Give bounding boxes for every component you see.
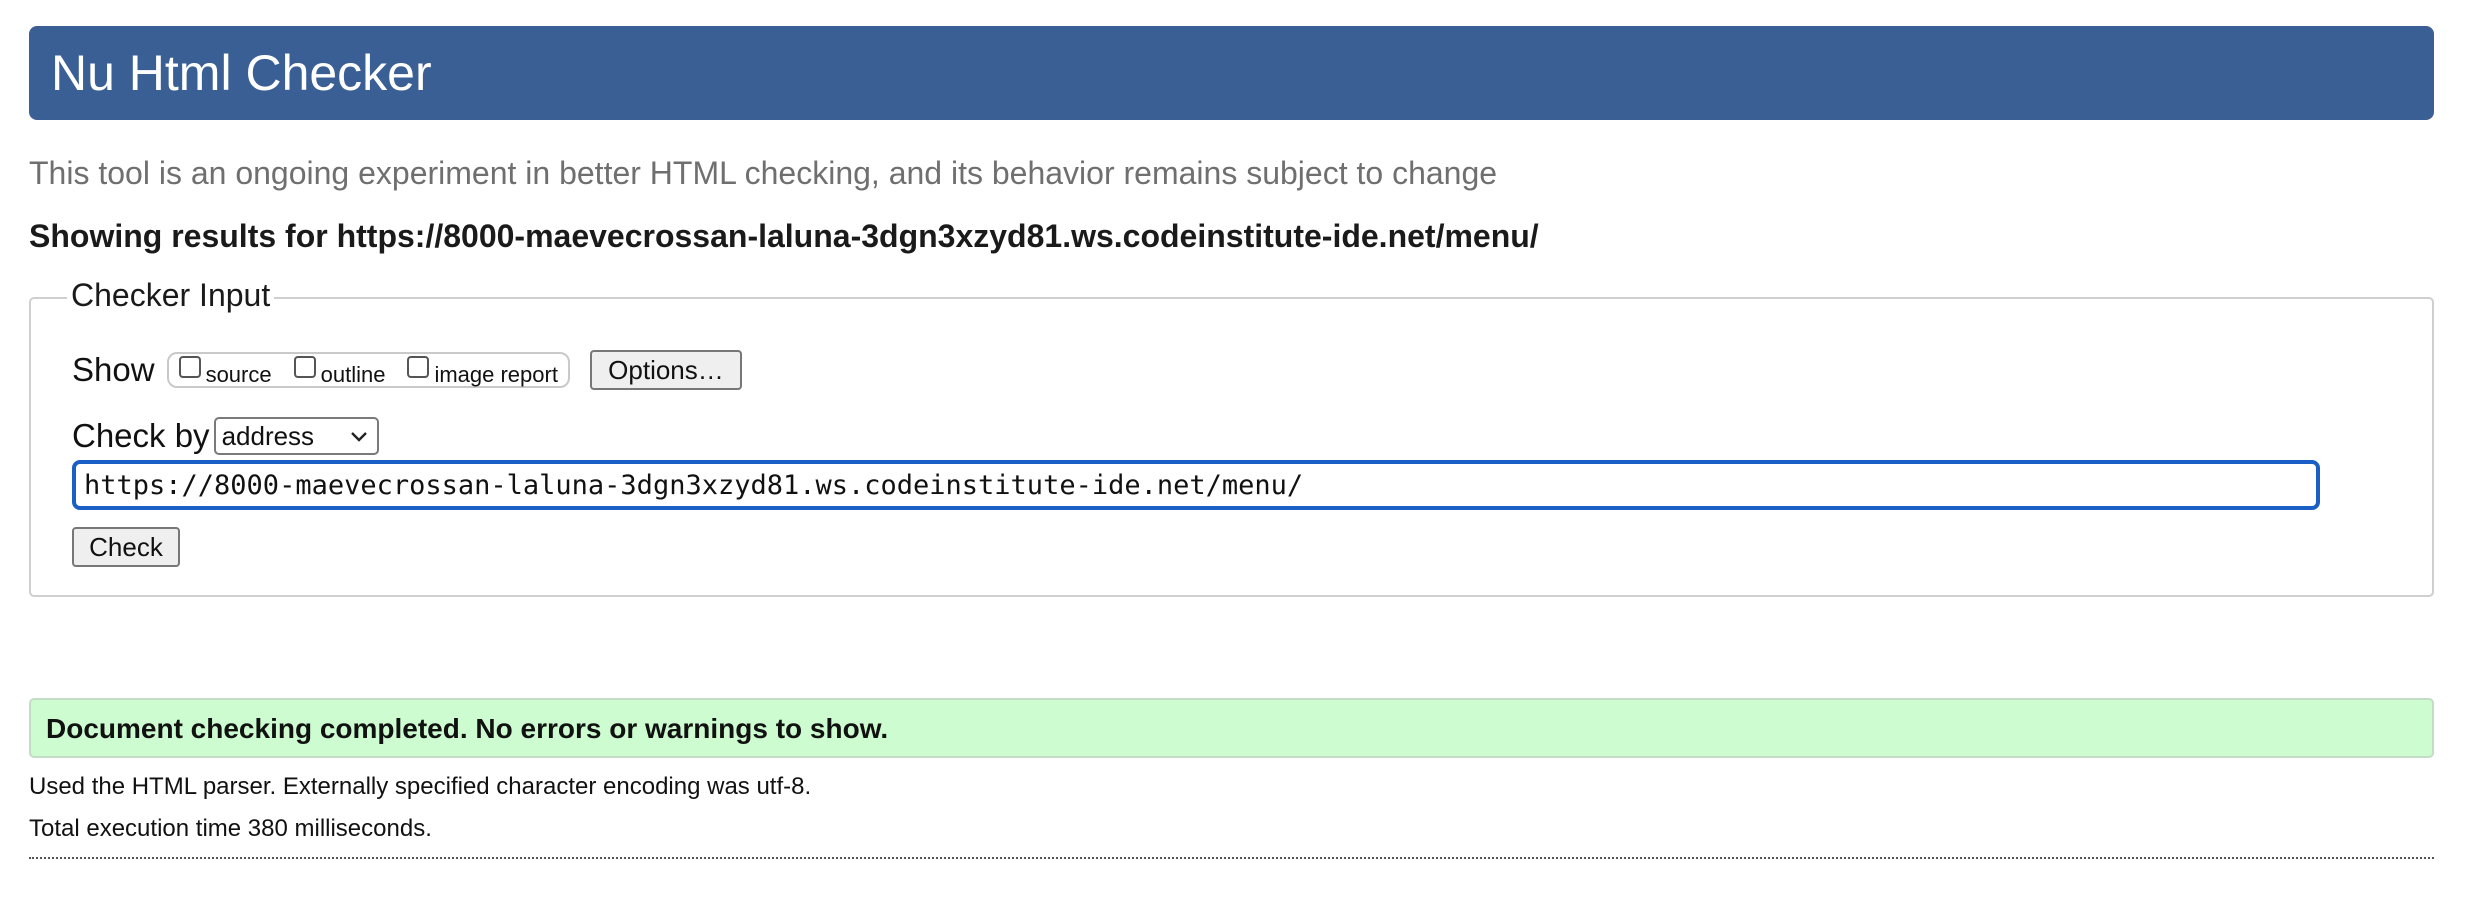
image-report-checkbox-label: image report (434, 362, 558, 387)
check-by-selected-value: address (221, 420, 315, 451)
divider (29, 857, 2434, 859)
show-options-row: Show source outline image report Options… (72, 349, 742, 391)
check-by-label: Check by (72, 417, 210, 454)
checker-input-fieldset: Checker Input Show source outline image … (29, 277, 2434, 597)
source-checkbox-label: source (205, 362, 272, 387)
url-input[interactable]: https://8000-maevecrossan-laluna-3dgn3xz… (72, 460, 2320, 510)
check-by-row: Check by address (72, 416, 379, 456)
check-by-select[interactable]: address (213, 417, 379, 455)
show-label: Show (72, 351, 155, 388)
outline-checkbox-label: outline (320, 362, 386, 387)
image-report-checkbox[interactable] (407, 356, 430, 378)
execution-time: Total execution time 380 milliseconds. (29, 815, 432, 842)
show-outline-option[interactable]: outline (293, 356, 385, 387)
check-button[interactable]: Check (72, 527, 180, 567)
parser-info: Used the HTML parser. Externally specifi… (29, 773, 812, 800)
page: Nu Html Checker This tool is an ongoing … (0, 0, 2466, 898)
show-source-option[interactable]: source (178, 356, 272, 387)
source-checkbox[interactable] (178, 356, 201, 378)
results-for-heading: Showing results for https://8000-maevecr… (29, 218, 1539, 254)
show-image-report-option[interactable]: image report (407, 356, 558, 387)
intro-subtitle: This tool is an ongoing experiment in be… (29, 155, 1498, 191)
chevron-down-icon (350, 425, 367, 448)
outline-checkbox[interactable] (293, 356, 316, 378)
page-title: Nu Html Checker (51, 45, 432, 101)
options-button[interactable]: Options… (589, 350, 742, 390)
checker-input-legend: Checker Input (67, 277, 275, 314)
success-message-box: Document checking completed. No errors o… (29, 698, 2434, 758)
success-message: Document checking completed. No errors o… (46, 713, 889, 744)
header-bar: Nu Html Checker (29, 26, 2434, 120)
show-options-group: source outline image report (166, 352, 570, 388)
